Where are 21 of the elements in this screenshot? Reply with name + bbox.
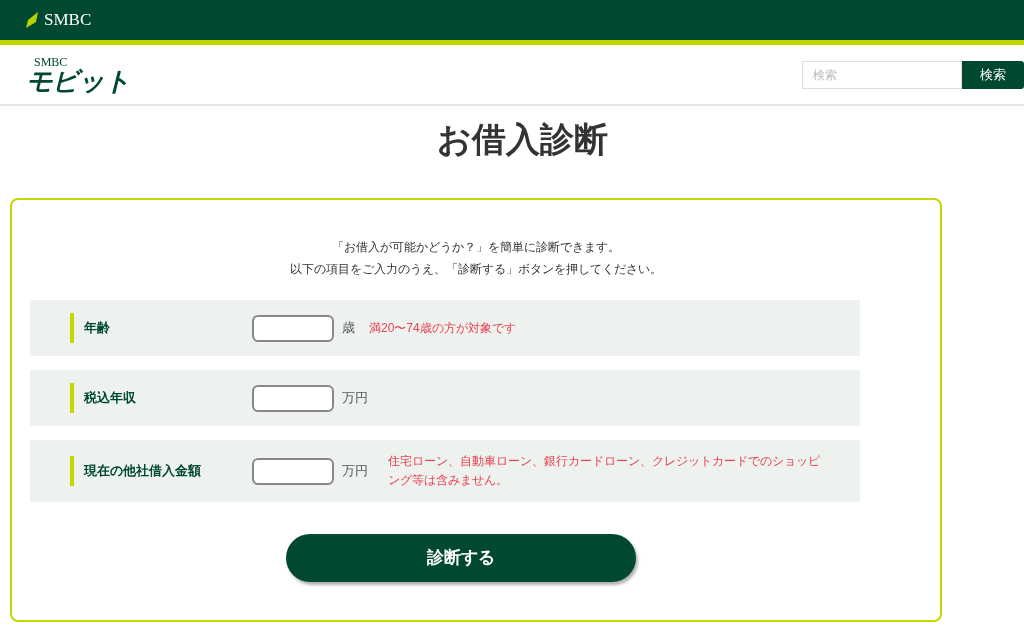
input-field[interactable]	[252, 384, 334, 412]
brand-name: SMBC	[44, 9, 92, 32]
field-label: 現在の他社借入金額	[82, 462, 202, 481]
page-title: お借入診断	[436, 119, 608, 160]
input-field[interactable]	[252, 457, 334, 485]
logo-text: SMBC	[33, 55, 69, 68]
unit-text: 万円	[342, 389, 368, 408]
submit-button[interactable]: 診断する	[286, 534, 636, 582]
input-field[interactable]	[252, 314, 334, 342]
intro-text: 以下の項目をご入力のうえ、「診断する」ボタンを押してください。	[290, 261, 662, 278]
field-label: 年齢	[83, 319, 111, 338]
search-field[interactable]: 検索	[802, 60, 962, 89]
search-button[interactable]: 検索	[962, 60, 1024, 89]
intro-text: 「お借入が可能かどうか？」を簡単に診断できます。	[332, 239, 620, 256]
logo: モビット	[26, 67, 130, 94]
leaf-icon	[26, 12, 38, 28]
unit-text: 万円	[342, 462, 368, 481]
field-note: 住宅ローン、自動車ローン、銀行カードローン、クレジットカードでのショッピング等は含みません。	[388, 453, 821, 489]
field-label: 税込年収	[83, 389, 137, 408]
unit-text: 歳	[342, 319, 355, 338]
field-note: 満20〜74歳の方が対象です	[369, 319, 516, 337]
